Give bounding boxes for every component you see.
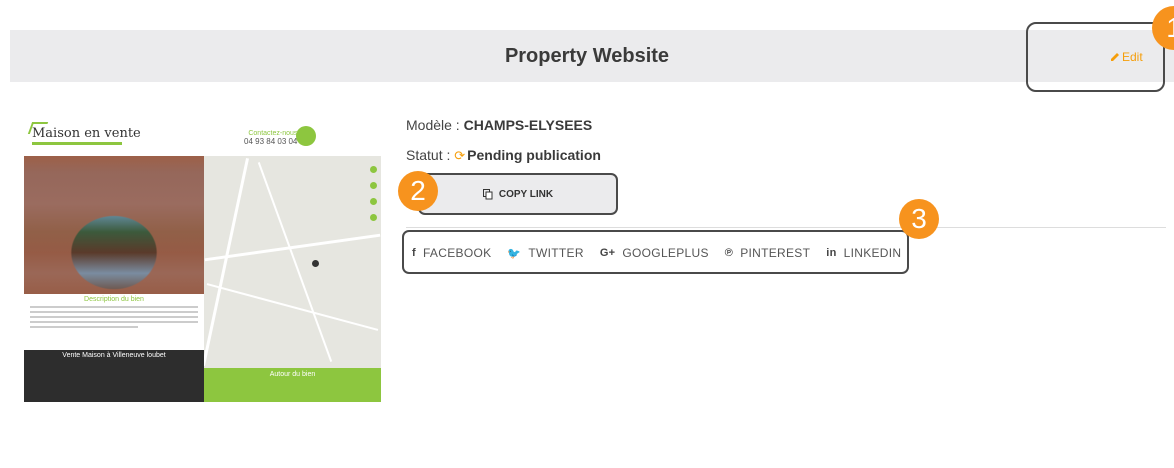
model-value: CHAMPS-ELYSEES <box>463 117 593 133</box>
preview-details-panel: Vente Maison à Villeneuve loubet <box>24 350 204 402</box>
copy-icon <box>482 188 493 199</box>
callout-badge-3: 3 <box>899 199 939 239</box>
edit-highlight-frame <box>1026 22 1165 92</box>
page-title: Property Website <box>504 45 670 67</box>
share-twitter-button[interactable]: 🐦 TWITTER <box>507 246 583 260</box>
edit-label: Edit <box>1122 50 1143 64</box>
preview-dark-title: Vente Maison à Villeneuve loubet <box>62 352 166 359</box>
share-twitter-label: TWITTER <box>528 246 584 260</box>
share-facebook-button[interactable]: f FACEBOOK <box>412 246 491 260</box>
preview-map <box>201 156 381 368</box>
copy-link-label: COPY LINK <box>498 188 554 200</box>
map-marker-icon <box>370 182 377 189</box>
callout-badge-2: 2 <box>398 171 438 211</box>
preview-desc-title: Description du bien <box>84 296 144 303</box>
map-marker-icon <box>370 198 377 205</box>
share-facebook-label: FACEBOOK <box>422 246 492 260</box>
status-row: Statut : ⟳ Pending publication <box>406 147 601 164</box>
googleplus-icon: G+ <box>599 247 616 259</box>
twitter-icon: 🐦 <box>507 247 522 260</box>
website-preview-thumbnail[interactable]: Maison en vente Contactez-nous 04 93 84 … <box>24 118 381 402</box>
preview-phone-number: 04 93 84 03 04 <box>244 137 298 146</box>
refresh-icon: ⟳ <box>454 148 466 163</box>
phone-icon <box>296 126 316 146</box>
divider <box>406 227 1166 228</box>
linkedin-icon: in <box>826 247 837 259</box>
share-linkedin-button[interactable]: in LINKEDIN <box>826 246 901 260</box>
preview-green-title: Autour du bien <box>269 371 316 378</box>
status-label: Statut : <box>406 147 455 163</box>
preview-header: Maison en vente Contactez-nous 04 93 84 … <box>24 118 381 156</box>
edit-button[interactable]: Edit <box>1110 50 1143 64</box>
share-linkedin-label: LINKEDIN <box>843 246 902 260</box>
preview-logo-text: Maison en vente <box>32 126 141 141</box>
share-pinterest-label: PINTEREST <box>740 246 811 260</box>
preview-photo-arch <box>24 156 204 294</box>
pencil-icon <box>1111 53 1119 61</box>
model-label: Modèle : <box>406 117 464 133</box>
pinterest-icon: ℗ <box>724 247 734 259</box>
map-marker-icon <box>312 260 319 267</box>
facebook-icon: f <box>412 247 416 259</box>
share-googleplus-button[interactable]: G+ GOOGLEPLUS <box>600 246 709 260</box>
copy-link-button[interactable]: COPY LINK <box>418 173 618 215</box>
social-share-bar: f FACEBOOK 🐦 TWITTER G+ GOOGLEPLUS ℗ PIN… <box>412 246 901 260</box>
share-googleplus-label: GOOGLEPLUS <box>622 246 709 260</box>
share-pinterest-button[interactable]: ℗ PINTEREST <box>725 246 810 260</box>
preview-surroundings-panel: Autour du bien <box>204 368 381 402</box>
status-value: Pending publication <box>467 147 601 163</box>
model-row: Modèle : CHAMPS-ELYSEES <box>406 117 592 133</box>
preview-description: Description du bien <box>24 294 204 350</box>
map-marker-icon <box>370 214 377 221</box>
preview-logo-underline <box>32 142 122 145</box>
map-marker-icon <box>370 166 377 173</box>
preview-phone-block: Contactez-nous 04 93 84 03 04 <box>244 130 297 146</box>
